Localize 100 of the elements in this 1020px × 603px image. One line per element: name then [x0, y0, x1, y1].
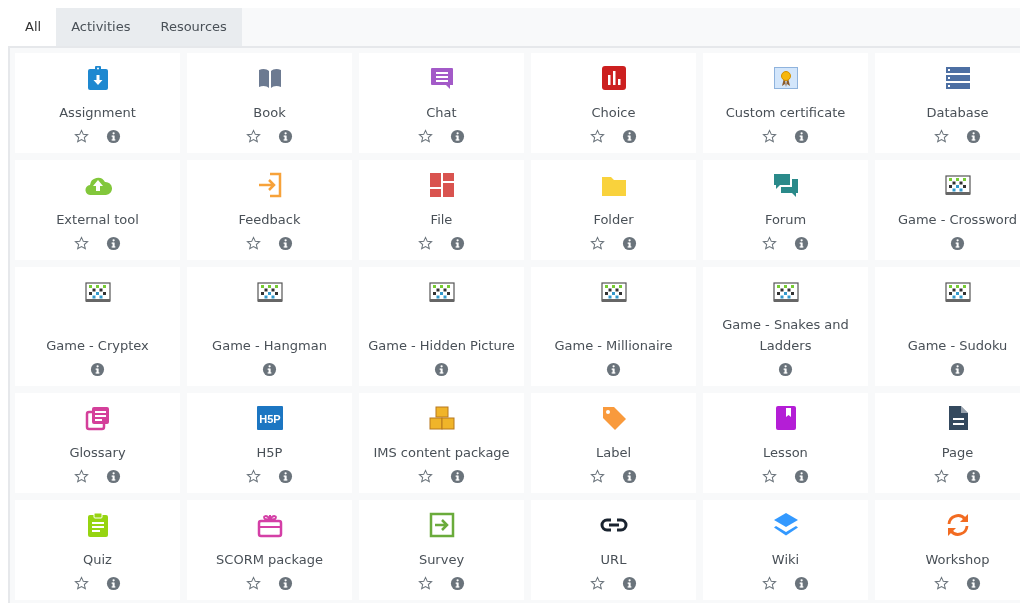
info-icon[interactable]: [966, 469, 981, 484]
module-card[interactable]: Game - Hangman: [187, 267, 352, 386]
module-card[interactable]: Game - Hidden Picture: [359, 267, 524, 386]
star-icon[interactable]: [246, 576, 261, 591]
module-card[interactable]: Wiki: [703, 500, 868, 600]
module-name: Choice: [591, 104, 636, 122]
star-icon[interactable]: [418, 129, 433, 144]
module-card[interactable]: Label: [531, 393, 696, 493]
info-icon[interactable]: [106, 129, 121, 144]
module-card[interactable]: Workshop: [875, 500, 1020, 600]
module-card[interactable]: Game - Snakes and Ladders: [703, 267, 868, 386]
star-icon[interactable]: [590, 576, 605, 591]
star-icon[interactable]: [762, 129, 777, 144]
info-icon[interactable]: [106, 576, 121, 591]
info-icon[interactable]: [794, 236, 809, 251]
module-card[interactable]: Folder: [531, 160, 696, 260]
module-name: URL: [600, 551, 627, 569]
star-icon[interactable]: [418, 576, 433, 591]
module-card[interactable]: URL: [531, 500, 696, 600]
module-name: Game - Crossword: [897, 211, 1018, 229]
star-icon[interactable]: [762, 236, 777, 251]
module-name: Folder: [593, 211, 634, 229]
info-icon[interactable]: [622, 129, 637, 144]
star-icon[interactable]: [934, 129, 949, 144]
star-icon[interactable]: [74, 576, 89, 591]
module-card[interactable]: Chat: [359, 53, 524, 153]
module-card[interactable]: IMS content package: [359, 393, 524, 493]
info-icon[interactable]: [90, 362, 105, 377]
info-icon[interactable]: [606, 362, 621, 377]
star-icon[interactable]: [418, 469, 433, 484]
module-name: Assignment: [59, 104, 136, 122]
module-name: Workshop: [925, 551, 990, 569]
info-icon[interactable]: [622, 236, 637, 251]
tab[interactable]: Activities: [56, 8, 146, 46]
star-icon[interactable]: [590, 469, 605, 484]
module-card[interactable]: Game - Crossword: [875, 160, 1020, 260]
star-icon[interactable]: [74, 129, 89, 144]
module-name: Chat: [426, 104, 457, 122]
module-card[interactable]: Choice: [531, 53, 696, 153]
star-icon[interactable]: [590, 129, 605, 144]
star-icon[interactable]: [74, 236, 89, 251]
module-card[interactable]: Game - Millionaire: [531, 267, 696, 386]
info-icon[interactable]: [794, 576, 809, 591]
star-icon[interactable]: [762, 469, 777, 484]
module-name: SCORM package: [216, 551, 323, 569]
module-card[interactable]: Custom certificate: [703, 53, 868, 153]
info-icon[interactable]: [450, 469, 465, 484]
module-card[interactable]: Forum: [703, 160, 868, 260]
module-card[interactable]: Game - Cryptex: [15, 267, 180, 386]
info-icon[interactable]: [778, 362, 793, 377]
info-icon[interactable]: [966, 576, 981, 591]
module-card[interactable]: Feedback: [187, 160, 352, 260]
bar-chart-icon: [599, 64, 628, 92]
info-icon[interactable]: [262, 362, 277, 377]
star-icon[interactable]: [74, 469, 89, 484]
module-card[interactable]: Game - Sudoku: [875, 267, 1020, 386]
module-card[interactable]: Database: [875, 53, 1020, 153]
module-card[interactable]: External tool: [15, 160, 180, 260]
module-name: IMS content package: [373, 444, 510, 462]
module-name: Glossary: [69, 444, 126, 462]
module-card[interactable]: Page: [875, 393, 1020, 493]
info-icon[interactable]: [278, 236, 293, 251]
star-icon[interactable]: [246, 469, 261, 484]
star-icon[interactable]: [246, 129, 261, 144]
module-card[interactable]: Quiz: [15, 500, 180, 600]
star-icon[interactable]: [246, 236, 261, 251]
module-name: External tool: [56, 211, 139, 229]
module-card[interactable]: Survey: [359, 500, 524, 600]
info-icon[interactable]: [950, 362, 965, 377]
info-icon[interactable]: [106, 469, 121, 484]
module-card[interactable]: File: [359, 160, 524, 260]
info-icon[interactable]: [450, 129, 465, 144]
module-name: Custom certificate: [725, 104, 846, 122]
module-card[interactable]: Lesson: [703, 393, 868, 493]
module-name: Wiki: [771, 551, 800, 569]
info-icon[interactable]: [278, 576, 293, 591]
module-card[interactable]: SCORM package: [187, 500, 352, 600]
info-icon[interactable]: [950, 236, 965, 251]
info-icon[interactable]: [794, 129, 809, 144]
info-icon[interactable]: [794, 469, 809, 484]
star-icon[interactable]: [418, 236, 433, 251]
star-icon[interactable]: [590, 236, 605, 251]
info-icon[interactable]: [450, 236, 465, 251]
info-icon[interactable]: [278, 129, 293, 144]
module-card[interactable]: Book: [187, 53, 352, 153]
info-icon[interactable]: [966, 129, 981, 144]
star-icon[interactable]: [762, 576, 777, 591]
tab[interactable]: Resources: [145, 8, 242, 46]
star-icon[interactable]: [934, 469, 949, 484]
info-icon[interactable]: [106, 236, 121, 251]
info-icon[interactable]: [622, 469, 637, 484]
module-card[interactable]: H5P H5P: [187, 393, 352, 493]
star-icon[interactable]: [934, 576, 949, 591]
info-icon[interactable]: [434, 362, 449, 377]
info-icon[interactable]: [622, 576, 637, 591]
module-card[interactable]: Assignment: [15, 53, 180, 153]
info-icon[interactable]: [450, 576, 465, 591]
info-icon[interactable]: [278, 469, 293, 484]
module-card[interactable]: Glossary: [15, 393, 180, 493]
module-name: Survey: [418, 551, 465, 569]
